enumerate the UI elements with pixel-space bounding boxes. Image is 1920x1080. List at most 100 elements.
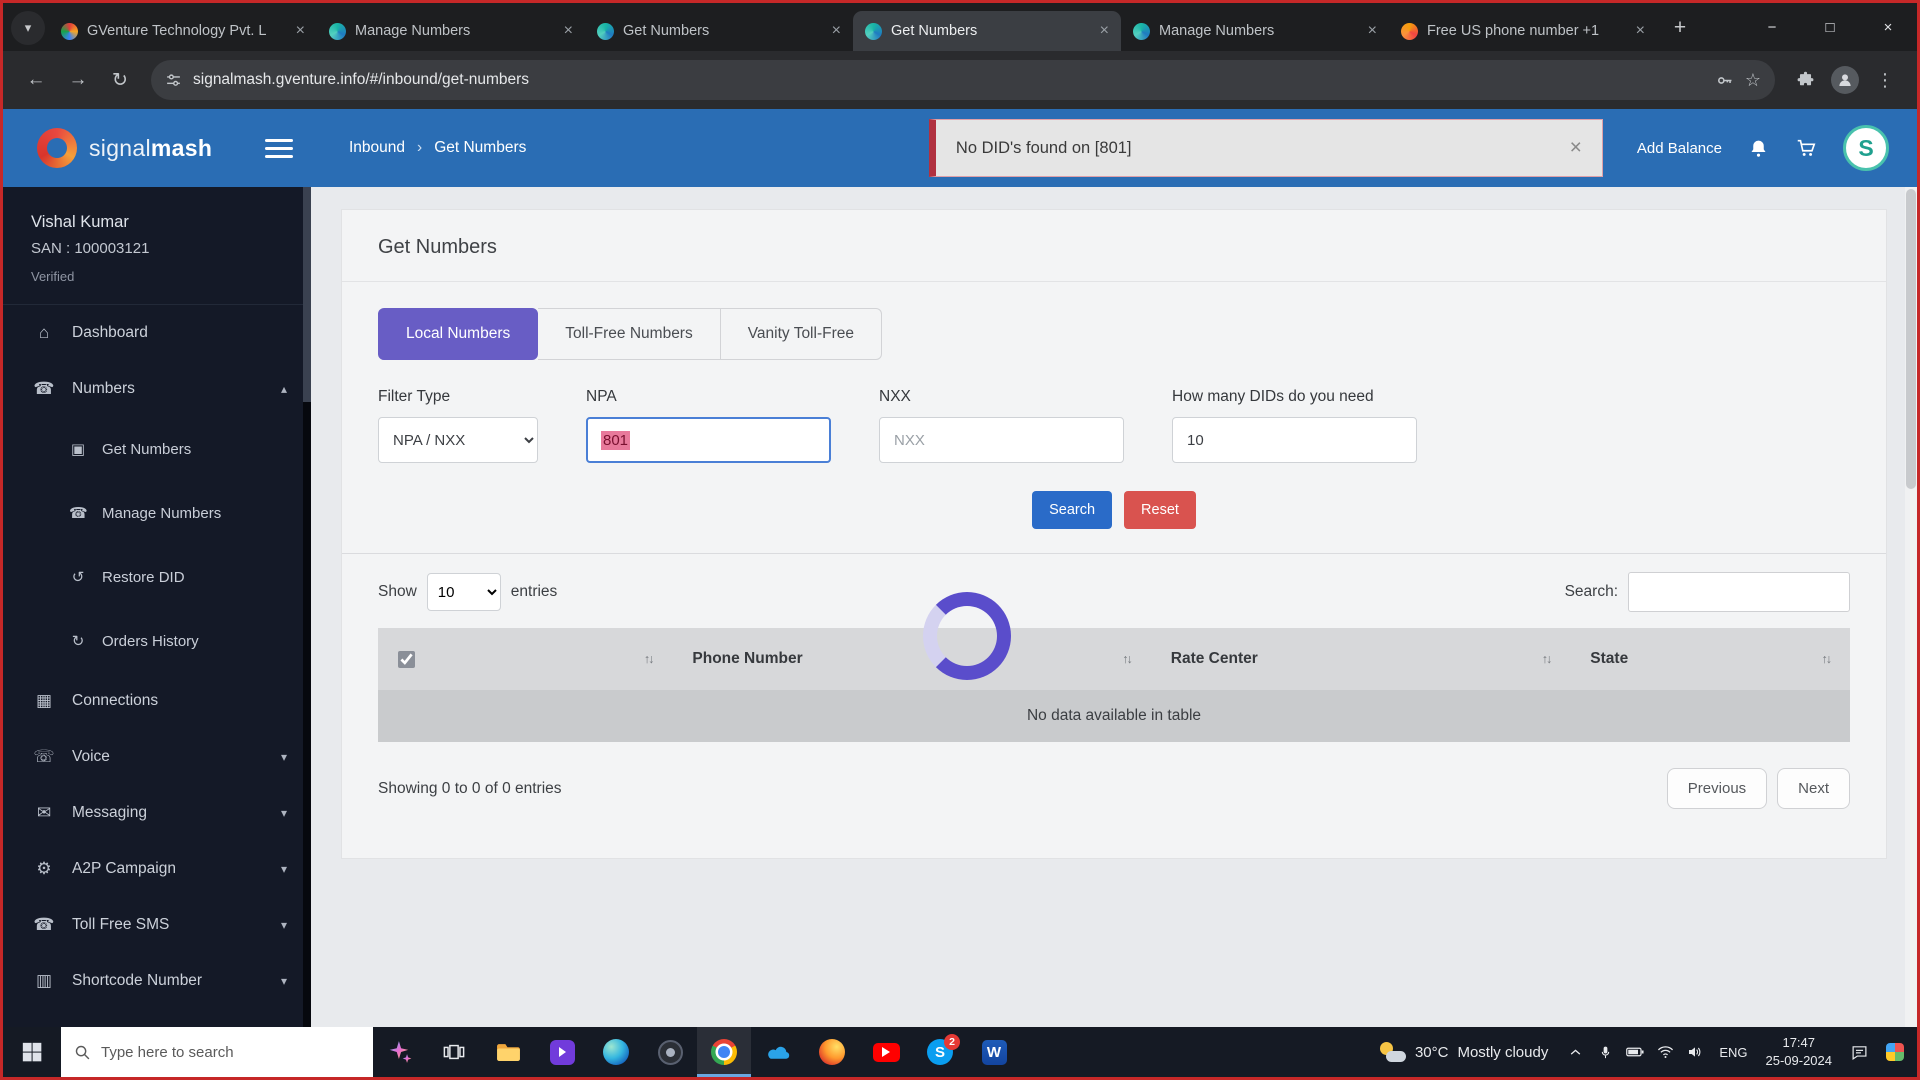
action-center-icon[interactable] (1841, 1044, 1877, 1061)
sort-icon[interactable]: ↑↓ (1542, 652, 1551, 666)
url-text[interactable]: signalmash.gventure.info/#/inbound/get-n… (193, 71, 1704, 89)
forward-icon[interactable]: → (59, 61, 97, 99)
sidebar-item-connections[interactable]: ▦ Connections (3, 673, 311, 729)
browser-tab-get-numbers-1[interactable]: Get Numbers × (585, 11, 853, 51)
start-button[interactable] (3, 1027, 61, 1077)
sidebar-item-voice[interactable]: ☏ Voice ▾ (3, 729, 311, 785)
sidebar-item-restore-did[interactable]: ↺ Restore DID (3, 545, 311, 609)
browser-tab-gventure[interactable]: GVenture Technology Pvt. L × (49, 11, 317, 51)
select-all-checkbox[interactable] (398, 651, 415, 668)
signalmash-logo[interactable]: signalmash (3, 128, 243, 168)
new-tab-button[interactable]: + (1661, 9, 1699, 47)
tab-vanity-toll-free[interactable]: Vanity Toll-Free (721, 308, 882, 360)
add-balance-link[interactable]: Add Balance (1637, 140, 1722, 157)
bookmark-star-icon[interactable]: ☆ (1745, 70, 1761, 91)
skype-icon[interactable]: S2 (913, 1027, 967, 1077)
address-bar[interactable]: signalmash.gventure.info/#/inbound/get-n… (151, 60, 1775, 100)
sidebar-item-toll-free-sms[interactable]: ☎ Toll Free SMS ▾ (3, 897, 311, 953)
breadcrumb-inbound[interactable]: Inbound (349, 139, 405, 157)
sort-icon[interactable]: ↑↓ (644, 652, 653, 666)
breadcrumb-get-numbers[interactable]: Get Numbers (434, 139, 526, 157)
main-content: Get Numbers Local Numbers Toll-Free Numb… (311, 187, 1917, 1027)
volume-icon[interactable] (1680, 1045, 1710, 1059)
sidebar-item-orders-history[interactable]: ↻ Orders History (3, 609, 311, 673)
tab-close-icon[interactable]: × (560, 22, 577, 40)
word-icon[interactable]: W (967, 1027, 1021, 1077)
state-column-header[interactable]: State ↑↓ (1570, 628, 1850, 690)
dids-needed-label: How many DIDs do you need (1172, 388, 1417, 406)
onedrive-cloud-icon[interactable] (751, 1027, 805, 1077)
profile-avatar[interactable] (1827, 62, 1863, 98)
wifi-icon[interactable] (1650, 1045, 1680, 1059)
copilot-icon[interactable] (373, 1027, 427, 1077)
weather-widget[interactable]: 30°C Mostly cloudy (1368, 1042, 1560, 1062)
browser-tab-manage-numbers-1[interactable]: Manage Numbers × (317, 11, 585, 51)
nxx-input[interactable] (879, 417, 1124, 463)
chrome-icon[interactable] (697, 1027, 751, 1077)
browser-tab-manage-numbers-2[interactable]: Manage Numbers × (1121, 11, 1389, 51)
close-button[interactable]: × (1859, 3, 1917, 51)
tray-expand-icon[interactable] (1560, 1046, 1590, 1059)
edge-icon[interactable] (589, 1027, 643, 1077)
sort-icon[interactable]: ↑↓ (1821, 652, 1830, 666)
entries-per-page-select[interactable]: 10 (427, 573, 501, 611)
maximize-button[interactable]: □ (1801, 3, 1859, 51)
user-avatar[interactable]: S (1843, 125, 1889, 171)
microphone-icon[interactable] (1590, 1045, 1620, 1060)
tab-close-icon[interactable]: × (828, 22, 845, 40)
browser-tab-free-us-number[interactable]: Free US phone number +1 × (1389, 11, 1657, 51)
extensions-icon[interactable] (1787, 62, 1823, 98)
reload-icon[interactable]: ↻ (101, 61, 139, 99)
sidebar-item-numbers[interactable]: ☎ Numbers ▴ (3, 361, 311, 417)
sidebar-scrollbar[interactable] (303, 187, 311, 1027)
sidebar-toggle-icon[interactable] (265, 139, 293, 158)
tab-close-icon[interactable]: × (1096, 22, 1113, 40)
battery-icon[interactable] (1620, 1045, 1650, 1059)
rate-center-column-header[interactable]: Rate Center ↑↓ (1151, 628, 1571, 690)
sidebar-item-manage-numbers[interactable]: ☎ Manage Numbers (3, 481, 311, 545)
tab-close-icon[interactable]: × (1632, 22, 1649, 40)
page-scrollbar[interactable] (1905, 187, 1917, 1027)
previous-page-button[interactable]: Previous (1667, 768, 1767, 809)
table-controls: Show 10 entries Search: (342, 554, 1886, 628)
media-player-icon[interactable] (535, 1027, 589, 1077)
file-explorer-icon[interactable] (481, 1027, 535, 1077)
breadcrumb-separator: › (417, 139, 422, 157)
sidebar-item-dashboard[interactable]: ⌂ Dashboard (3, 305, 311, 361)
taskbar-search-box[interactable]: Type here to search (61, 1027, 373, 1077)
reset-button[interactable]: Reset (1124, 491, 1196, 529)
tab-close-icon[interactable]: × (1364, 22, 1381, 40)
browser-tab-get-numbers-active[interactable]: Get Numbers × (853, 11, 1121, 51)
filter-type-select[interactable]: NPA / NXX (378, 417, 538, 463)
sidebar-item-messaging[interactable]: ✉ Messaging ▾ (3, 785, 311, 841)
language-indicator[interactable]: ENG (1710, 1045, 1756, 1060)
minimize-button[interactable]: − (1743, 3, 1801, 51)
npa-input[interactable]: 801 (586, 417, 831, 463)
phone-number-column-header[interactable]: Phone Number ↑↓ (672, 628, 1150, 690)
screen-recorder-icon[interactable] (1877, 1043, 1913, 1061)
search-button[interactable]: Search (1032, 491, 1112, 529)
dids-needed-input[interactable] (1172, 417, 1417, 463)
tab-close-icon[interactable]: × (292, 22, 309, 40)
tab-toll-free-numbers[interactable]: Toll-Free Numbers (538, 308, 720, 360)
alert-close-icon[interactable]: × (1566, 136, 1586, 160)
password-key-icon[interactable] (1715, 71, 1734, 90)
back-icon[interactable]: ← (17, 61, 55, 99)
task-view-icon[interactable] (427, 1027, 481, 1077)
dark-app-icon[interactable] (643, 1027, 697, 1077)
sidebar-item-get-numbers[interactable]: ▣ Get Numbers (3, 417, 311, 481)
table-search-input[interactable] (1628, 572, 1850, 612)
youtube-icon[interactable] (859, 1027, 913, 1077)
next-page-button[interactable]: Next (1777, 768, 1850, 809)
site-settings-icon[interactable] (165, 72, 182, 89)
sidebar-item-a2p-campaign[interactable]: ⚙ A2P Campaign ▾ (3, 841, 311, 897)
notifications-bell-icon[interactable] (1748, 138, 1769, 159)
cart-icon[interactable] (1795, 137, 1817, 159)
tab-local-numbers[interactable]: Local Numbers (378, 308, 538, 360)
sort-icon[interactable]: ↑↓ (1122, 652, 1131, 666)
taskbar-clock[interactable]: 17:47 25-09-2024 (1757, 1034, 1842, 1070)
firefox-icon[interactable] (805, 1027, 859, 1077)
browser-menu-icon[interactable]: ⋮ (1867, 62, 1903, 98)
sidebar-item-shortcode-number[interactable]: ▥ Shortcode Number ▾ (3, 953, 311, 1009)
tab-search-icon[interactable]: ▾ (11, 11, 45, 45)
